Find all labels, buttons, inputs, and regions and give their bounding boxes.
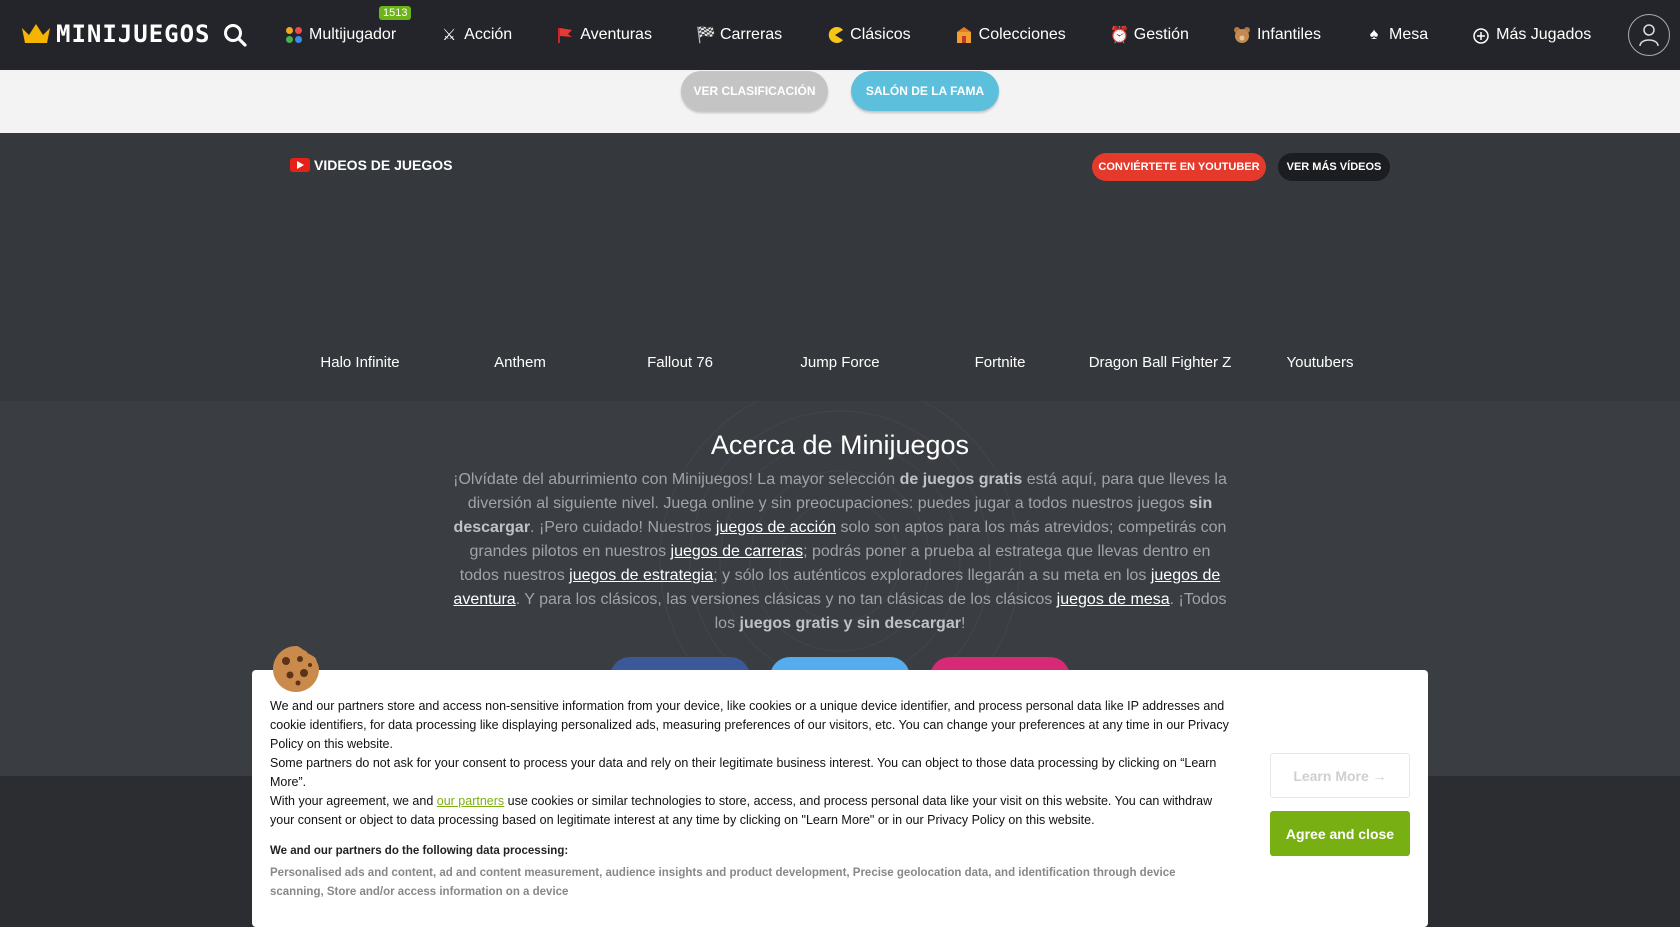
nav-label: Clásicos [850, 26, 911, 43]
video-link[interactable]: Halo Infinite [280, 354, 440, 371]
alarm-clock-icon: ⏰ [1109, 27, 1130, 44]
nav-label: Acción [464, 26, 513, 43]
videos-title-text: VIDEOS DE JUEGOS [314, 157, 453, 173]
video-link[interactable]: Fallout 76 [600, 354, 760, 371]
pacman-icon [828, 27, 844, 43]
cookie-text: We and our partners store and access non… [270, 697, 1230, 830]
about-text: ¡Olvídate del aburrimiento con Minijuego… [453, 471, 1227, 632]
site-logo[interactable]: MINIJUEGOS [20, 20, 211, 48]
link-juegos-mesa[interactable]: juegos de mesa [1057, 591, 1170, 608]
processing-list: Personalised ads and content, ad and con… [270, 867, 1176, 898]
videos-title: VIDEOS DE JUEGOS [290, 157, 452, 173]
plus-circle-icon [1473, 28, 1489, 44]
players-count-badge: 1513 [379, 6, 412, 20]
dots-icon [286, 27, 302, 43]
collection-icon [956, 27, 971, 43]
video-link[interactable]: Fortnite [920, 354, 1080, 371]
nav-label: Colecciones [978, 26, 1066, 43]
swords-icon: ⚔ [441, 27, 457, 44]
about-title: Acerca de Minijuegos [710, 430, 970, 460]
nav-accion[interactable]: ⚔ Acción [440, 25, 512, 45]
link-juegos-carreras[interactable]: juegos de carreras [671, 543, 804, 560]
video-link[interactable]: Youtubers [1240, 354, 1400, 371]
nav-carreras[interactable]: 🏁 Carreras [696, 25, 782, 45]
nav-infantiles[interactable]: Infantiles [1233, 26, 1321, 44]
video-link[interactable]: Jump Force [760, 354, 920, 371]
nav-label: Aventuras [580, 26, 652, 43]
cookie-paragraph: Some partners do not ask for your consen… [270, 756, 1217, 789]
link-juegos-estrategia[interactable]: juegos de estrategia [569, 567, 713, 584]
nav-gestion[interactable]: ⏰ Gestión [1110, 25, 1189, 45]
search-icon[interactable] [222, 22, 248, 48]
cookie-icon [273, 646, 319, 692]
crown-icon [22, 24, 50, 43]
nav-label: Multijugador [309, 26, 397, 43]
nav-label: Carreras [719, 26, 783, 43]
nav-mesa[interactable]: ♠ Mesa [1365, 26, 1428, 44]
nav-aventuras[interactable]: Aventuras [556, 26, 652, 44]
top-navbar: MINIJUEGOS Multijugador 1513 ⚔ Acción Av… [0, 0, 1680, 70]
cookie-paragraph: With your agreement, we and our partners… [270, 794, 1213, 827]
video-links-list: Halo Infinite Anthem Fallout 76 Jump For… [280, 354, 1400, 371]
more-videos-button[interactable]: VER MÁS VÍDEOS [1278, 153, 1390, 181]
become-youtuber-button[interactable]: CONVIÉRTETE EN YOUTUBER [1092, 153, 1266, 181]
flag-icon [558, 28, 573, 43]
checkered-flag-icon: 🏁 [695, 27, 716, 44]
nav-label: Mesa [1388, 26, 1429, 43]
agree-and-close-button[interactable]: Agree and close [1270, 811, 1410, 856]
cookie-consent-dialog: We and our partners store and access non… [252, 670, 1428, 927]
user-account-button[interactable] [1628, 14, 1670, 56]
nav-label: Gestión [1133, 26, 1189, 43]
teddy-bear-icon [1233, 27, 1250, 43]
logo-text: MINIJUEGOS [56, 20, 211, 48]
cookie-paragraph: We and our partners store and access non… [270, 699, 1229, 751]
salon-fama-button[interactable]: SALÓN DE LA FAMA [851, 71, 999, 111]
nav-clasicos[interactable]: Clásicos [826, 26, 911, 44]
video-link[interactable]: Dragon Ball Fighter Z [1080, 354, 1240, 371]
link-juegos-accion[interactable]: juegos de acción [716, 519, 836, 536]
nav-label: Infantiles [1256, 26, 1321, 43]
youtube-icon [290, 158, 310, 172]
nav-label: Más Jugados [1496, 26, 1592, 43]
video-link[interactable]: Anthem [440, 354, 600, 371]
spade-icon: ♠ [1369, 26, 1379, 43]
learn-more-button[interactable]: Learn More → [1270, 753, 1410, 798]
ver-clasificacion-button[interactable]: VER CLASIFICACIÓN [681, 71, 828, 111]
category-nav: Multijugador 1513 ⚔ Acción Aventuras 🏁 C… [285, 0, 1635, 70]
our-partners-link[interactable]: our partners [437, 794, 504, 808]
user-icon [1639, 24, 1659, 47]
nav-colecciones[interactable]: Colecciones [955, 26, 1066, 44]
ranking-band [0, 70, 1680, 133]
processing-title: We and our partners do the following dat… [270, 845, 569, 857]
nav-mas-jugados[interactable]: Más Jugados [1472, 26, 1591, 44]
nav-multijugador[interactable]: Multijugador 1513 [285, 6, 412, 44]
